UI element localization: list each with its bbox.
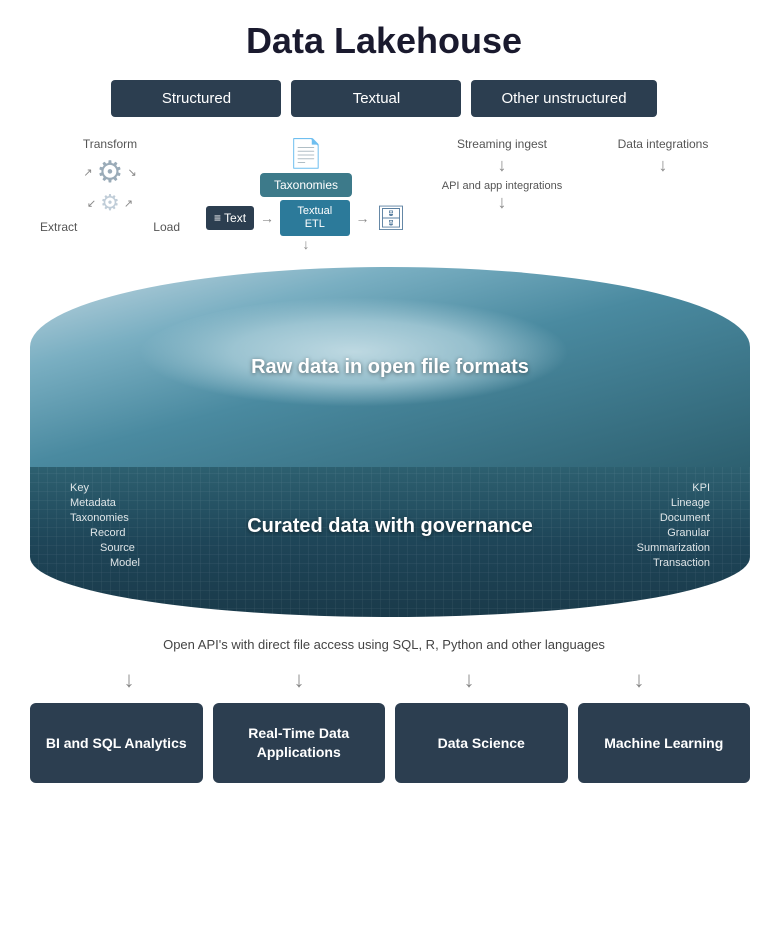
textual-arrow-down: ↓ bbox=[303, 236, 310, 252]
meta-document: Document bbox=[660, 512, 710, 524]
arrow-right-icon: → bbox=[260, 210, 274, 226]
api-text: Open API's with direct file access using… bbox=[30, 637, 738, 652]
data-lake: Raw data in open file formats Key Metada… bbox=[30, 267, 750, 617]
curated-data-label: Curated data with governance bbox=[247, 513, 533, 539]
streaming-block: Streaming ingest ↓ API and app integrati… bbox=[432, 137, 572, 213]
output-realtime: Real-Time Data Applications bbox=[213, 703, 386, 783]
meta-transaction: Transaction bbox=[653, 557, 710, 569]
meta-key: Key bbox=[70, 482, 170, 494]
meta-record: Record bbox=[90, 527, 170, 539]
lake-bottom: Key Metadata Taxonomies Record Source Mo… bbox=[30, 467, 750, 617]
data-type-structured: Structured bbox=[111, 80, 281, 117]
output-ml: Machine Learning bbox=[578, 703, 751, 783]
meta-kpi: KPI bbox=[692, 482, 710, 494]
data-types-row: Structured Textual Other unstructured bbox=[30, 80, 738, 117]
page-title: Data Lakehouse bbox=[246, 20, 522, 62]
text-box: ≡ Text bbox=[206, 206, 254, 230]
water-blob bbox=[138, 297, 570, 407]
load-label: Load bbox=[153, 220, 180, 234]
etl-labels: Extract Load bbox=[40, 220, 180, 234]
ingestion-section: Transform ↗ ⚙ ↘ ↙ ⚙ ↗ Extract Load 📄 Tax… bbox=[30, 137, 738, 252]
meta-taxonomies: Taxonomies bbox=[70, 512, 170, 524]
api-integrations-label: API and app integrations bbox=[442, 180, 562, 192]
doc-stack-icon: 📄 bbox=[289, 138, 324, 169]
lake-top: Raw data in open file formats bbox=[30, 267, 750, 467]
raw-data-label: Raw data in open file formats bbox=[251, 356, 529, 379]
output-arrow-1: ↓ bbox=[54, 667, 204, 693]
taxonomies-box: Taxonomies bbox=[260, 173, 352, 197]
output-boxes: BI and SQL Analytics Real-Time Data Appl… bbox=[30, 703, 750, 783]
integrations-block: Data integrations ↓ bbox=[598, 137, 728, 176]
etl-block: Transform ↗ ⚙ ↘ ↙ ⚙ ↗ Extract Load bbox=[40, 137, 180, 234]
meta-lineage: Lineage bbox=[671, 497, 710, 509]
meta-summarization: Summarization bbox=[637, 542, 710, 554]
output-arrows: ↓ ↓ ↓ ↓ bbox=[44, 667, 724, 693]
output-arrow-4: ↓ bbox=[564, 667, 714, 693]
api-arrow-down: ↓ bbox=[498, 192, 507, 213]
output-bi-sql: BI and SQL Analytics bbox=[30, 703, 203, 783]
arrow-right-icon-2: → bbox=[356, 210, 370, 226]
meta-source: Source bbox=[100, 542, 170, 554]
text-word: Text bbox=[224, 211, 246, 225]
output-arrow-3: ↓ bbox=[394, 667, 544, 693]
meta-model: Model bbox=[110, 557, 170, 569]
text-label: ≡ bbox=[214, 211, 221, 225]
meta-granular: Granular bbox=[667, 527, 710, 539]
output-arrow-2: ↓ bbox=[224, 667, 374, 693]
integrations-arrow-down: ↓ bbox=[659, 155, 668, 176]
data-type-unstructured: Other unstructured bbox=[471, 80, 656, 117]
transform-label: Transform bbox=[40, 137, 180, 151]
textual-pipeline: ≡ Text → Textual ETL → 🗄 bbox=[206, 200, 406, 236]
textual-etl-label: Textual ETL bbox=[280, 200, 350, 236]
streaming-label: Streaming ingest bbox=[457, 137, 547, 151]
database-icon: 🗄 bbox=[376, 204, 406, 233]
streaming-arrow-down: ↓ bbox=[498, 155, 507, 176]
extract-label: Extract bbox=[40, 220, 77, 234]
meta-metadata: Metadata bbox=[70, 497, 170, 509]
textual-etl-block: 📄 Taxonomies ≡ Text → Textual ETL → 🗄 ↓ bbox=[206, 137, 406, 252]
integrations-label: Data integrations bbox=[618, 137, 709, 151]
data-type-textual: Textual bbox=[291, 80, 461, 117]
output-data-science: Data Science bbox=[395, 703, 568, 783]
